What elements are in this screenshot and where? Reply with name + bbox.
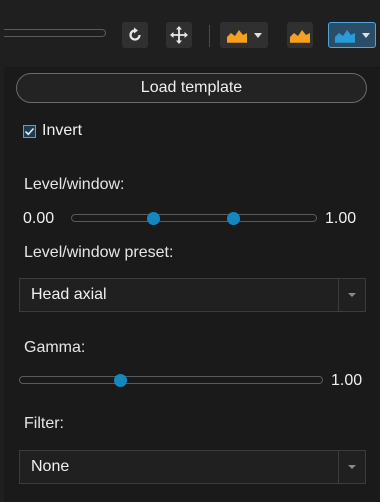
gamma-handle[interactable]	[113, 374, 127, 387]
filter-selected-value: None	[31, 458, 70, 475]
level-window-low-handle[interactable]	[146, 212, 160, 225]
reset-icon	[129, 27, 141, 41]
top-slider-track[interactable]	[4, 29, 106, 37]
histogram-dropdown-icon	[227, 30, 247, 43]
chevron-down-icon	[254, 32, 262, 38]
move-button[interactable]	[166, 22, 192, 48]
load-template-button[interactable]: Load template	[16, 73, 367, 103]
preset-selected-value: Head axial	[31, 286, 107, 303]
level-window-label: Level/window:	[24, 176, 125, 193]
invert-checkbox-row[interactable]: Invert	[23, 122, 82, 140]
histogram-icon	[290, 30, 310, 43]
chevron-down-icon	[348, 293, 356, 297]
toolbar	[0, 0, 380, 67]
preset-label: Level/window preset:	[24, 244, 174, 261]
invert-label: Invert	[42, 122, 83, 139]
invert-checkbox[interactable]	[23, 124, 36, 138]
chevron-down-icon	[348, 465, 356, 469]
histogram-selected-dropdown-icon	[335, 30, 355, 43]
move-icon	[170, 26, 188, 44]
preset-dropdown-arrow[interactable]	[338, 279, 365, 311]
level-window-high-handle[interactable]	[227, 212, 241, 225]
filter-select[interactable]: None	[19, 450, 366, 484]
reset-button[interactable]	[122, 22, 148, 48]
toolbar-separator	[209, 25, 210, 47]
level-window-max-value: 1.00	[325, 210, 357, 227]
filter-dropdown-arrow[interactable]	[338, 451, 365, 483]
chevron-down-icon	[362, 32, 370, 38]
gamma-label: Gamma:	[24, 339, 86, 356]
checkmark-icon	[24, 127, 35, 135]
preset-select[interactable]: Head axial	[19, 278, 366, 312]
gamma-max-value: 1.00	[331, 372, 363, 389]
histogram-button[interactable]	[287, 22, 313, 48]
level-window-min-value: 0.00	[23, 210, 55, 227]
histogram-dropdown-button[interactable]	[220, 22, 268, 48]
histogram-selected-dropdown-button[interactable]	[328, 22, 376, 48]
level-window-slider[interactable]	[71, 212, 317, 225]
filter-label: Filter:	[24, 415, 64, 432]
gamma-slider[interactable]	[19, 374, 323, 387]
